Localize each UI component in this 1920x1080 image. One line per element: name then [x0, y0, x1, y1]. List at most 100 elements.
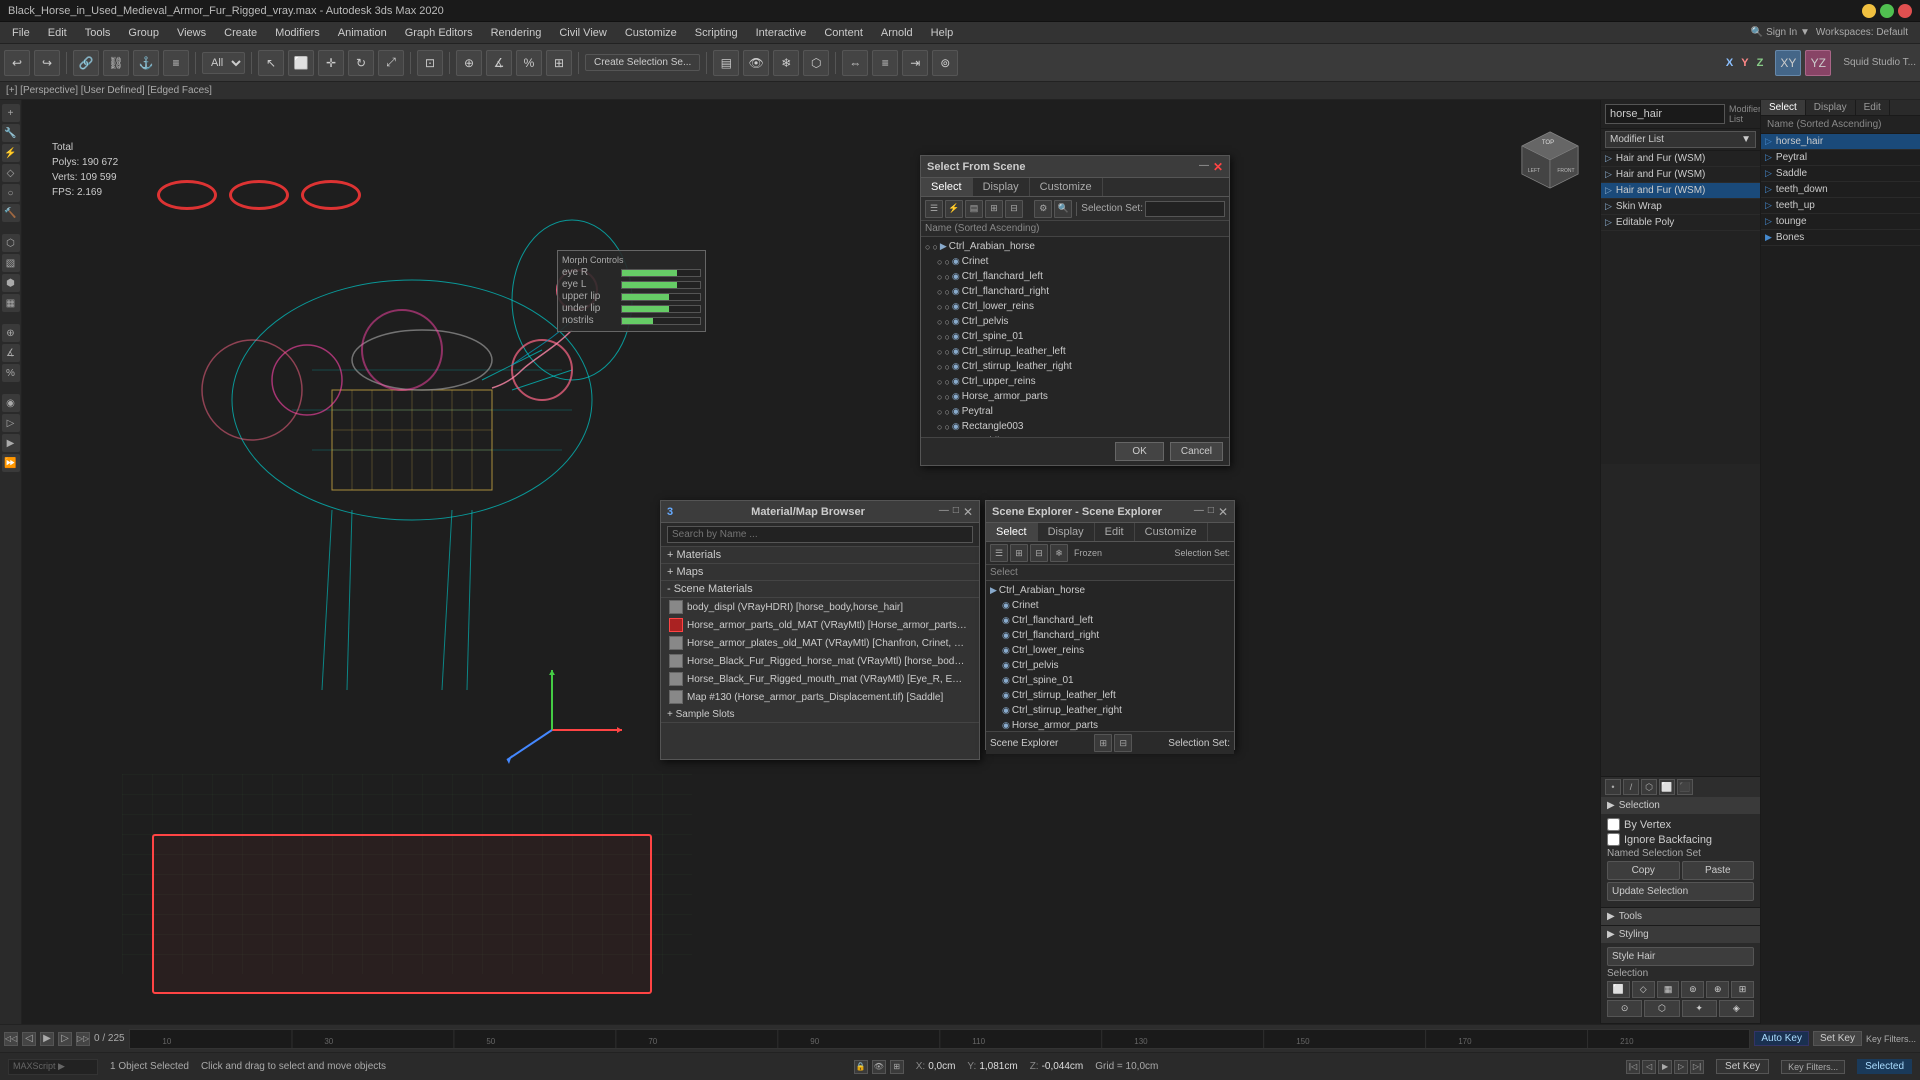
display-panel-btn[interactable]: ○ — [2, 184, 20, 202]
freeze-btn[interactable]: ❄ — [773, 50, 799, 76]
key-filters-btn[interactable]: Key Filters... — [1866, 1034, 1916, 1044]
mat-item-2[interactable]: Horse_armor_plates_old_MAT (VRayMtl) [Ch… — [661, 634, 979, 652]
viewport-shading-btn[interactable]: ▧ — [2, 254, 20, 272]
clone-pos-btn[interactable]: ⊚ — [932, 50, 958, 76]
se-item-2[interactable]: ◉ Ctrl_flanchard_left — [986, 613, 1234, 628]
se-maxrestore-btn[interactable]: □ — [1208, 505, 1214, 519]
sign-in-btn[interactable]: 🔍 Sign In ▼ — [1751, 27, 1810, 38]
display-item-5[interactable]: ▷ tounge — [1761, 214, 1920, 230]
style-btn-4[interactable]: ⊚ — [1681, 981, 1704, 998]
se-item-9[interactable]: ◉ Horse_armor_parts — [986, 718, 1234, 731]
sfs-search-btn[interactable]: 🔍 — [1054, 200, 1072, 218]
se-item-4[interactable]: ◉ Ctrl_lower_reins — [986, 643, 1234, 658]
element-btn[interactable]: ⬛ — [1677, 779, 1693, 795]
percent-snap-btn[interactable]: % — [2, 364, 20, 382]
modifier-list-dropdown[interactable]: Modifier List ▼ — [1605, 131, 1756, 148]
close-btn[interactable] — [1898, 4, 1912, 18]
mat-search-input[interactable] — [667, 526, 973, 543]
view-lock-btn[interactable]: 👁 — [872, 1060, 886, 1074]
display-item-4[interactable]: ▷ teeth_up — [1761, 198, 1920, 214]
mat-item-1[interactable]: Horse_armor_parts_old_MAT (VRayMtl) [Hor… — [661, 616, 979, 634]
sfs-cancel-btn[interactable]: Cancel — [1170, 442, 1223, 461]
sfs-selection-set-input[interactable] — [1145, 201, 1225, 217]
undo-btn[interactable]: ↩ — [4, 50, 30, 76]
se-filter-btn[interactable]: ☰ — [990, 544, 1008, 562]
style-btn-8[interactable]: ⬡ — [1644, 1000, 1679, 1017]
sfs-tree-item-2[interactable]: ○ ○ ◉ Ctrl_flanchard_left — [921, 269, 1229, 284]
sfs-tree-item-11[interactable]: ○ ○ ◉ Peytral — [921, 404, 1229, 419]
mat-section-materials[interactable]: + Materials — [661, 547, 979, 564]
menu-content[interactable]: Content — [816, 25, 871, 41]
style-btn-1[interactable]: ⬜ — [1607, 981, 1630, 998]
auto-key-btn[interactable]: Auto Key — [1754, 1031, 1809, 1046]
style-btn-3[interactable]: ▦ — [1657, 981, 1680, 998]
nav-cube[interactable]: TOP LEFT FRONT — [1520, 130, 1580, 190]
xy-btn[interactable]: XY — [1775, 50, 1801, 76]
sfs-collapse-btn[interactable]: ⊟ — [1005, 200, 1023, 218]
sfs-tree-item-9[interactable]: ○ ○ ◉ Ctrl_upper_reins — [921, 374, 1229, 389]
sfs-tab-select[interactable]: Select — [921, 178, 973, 196]
menu-file[interactable]: File — [4, 25, 38, 41]
tab-select[interactable]: Select — [1761, 100, 1806, 115]
sfs-tab-display[interactable]: Display — [973, 178, 1030, 196]
mat-sample-slots[interactable]: + Sample Slots — [661, 707, 979, 723]
bottom-prev-btn[interactable]: ◁ — [1642, 1060, 1656, 1074]
styling-rollout-header[interactable]: ▶ Styling — [1601, 926, 1760, 943]
menu-animation[interactable]: Animation — [330, 25, 395, 41]
sfs-tree-item-7[interactable]: ○ ○ ◉ Ctrl_stirrup_leather_left — [921, 344, 1229, 359]
menu-views[interactable]: Views — [169, 25, 214, 41]
redo-btn[interactable]: ↪ — [34, 50, 60, 76]
sfs-expand-btn[interactable]: ⊞ — [985, 200, 1003, 218]
scale-btn[interactable]: ⤢ — [378, 50, 404, 76]
window-controls[interactable] — [1862, 4, 1912, 18]
mod-item-2[interactable]: ▷ Hair and Fur (WSM) — [1601, 183, 1760, 199]
modify-panel-btn[interactable]: 🔧 — [2, 124, 20, 142]
mat-section-scene[interactable]: - Scene Materials — [661, 581, 979, 598]
se-item-7[interactable]: ◉ Ctrl_stirrup_leather_left — [986, 688, 1234, 703]
display-item-6[interactable]: ▶ Bones — [1761, 230, 1920, 246]
mat-minimize-btn[interactable]: — — [939, 505, 949, 519]
sfs-tree-item-1[interactable]: ○ ○ ◉ Crinet — [921, 254, 1229, 269]
sfs-minimize-btn[interactable]: — — [1199, 160, 1209, 174]
se-expand-btn[interactable]: ⊞ — [1010, 544, 1028, 562]
se-tab-edit[interactable]: Edit — [1095, 523, 1135, 541]
paste-btn[interactable]: Paste — [1682, 861, 1755, 880]
se-tab-select[interactable]: Select — [986, 523, 1038, 541]
display-item-2[interactable]: ▷ Saddle — [1761, 166, 1920, 182]
menu-arnold[interactable]: Arnold — [873, 25, 921, 41]
link-btn[interactable]: 🔗 — [73, 50, 99, 76]
style-btn-7[interactable]: ⊙ — [1607, 1000, 1642, 1017]
selection-rollout-header[interactable]: ▶ Selection — [1601, 797, 1760, 814]
sfs-filter-btn[interactable]: ☰ — [925, 200, 943, 218]
maxscript-input[interactable]: MAXScript ▶ — [8, 1059, 98, 1075]
tab-display[interactable]: Display — [1806, 100, 1856, 115]
menu-scripting[interactable]: Scripting — [687, 25, 746, 41]
style-btn-2[interactable]: ◇ — [1632, 981, 1655, 998]
sfs-ok-btn[interactable]: OK — [1115, 442, 1163, 461]
sfs-tree-item-6[interactable]: ○ ○ ◉ Ctrl_spine_01 — [921, 329, 1229, 344]
align-btn[interactable]: ≡ — [872, 50, 898, 76]
timeline-next-btn[interactable]: ▷ — [58, 1032, 72, 1046]
update-selection-btn[interactable]: Update Selection — [1607, 882, 1754, 901]
se-item-0[interactable]: ▶ Ctrl_Arabian_horse — [986, 583, 1234, 598]
menu-help[interactable]: Help — [923, 25, 962, 41]
mod-item-1[interactable]: ▷ Hair and Fur (WSM) — [1601, 167, 1760, 183]
snap-toggle-btn[interactable]: ⊕ — [456, 50, 482, 76]
se-close-btn[interactable]: ✕ — [1218, 505, 1228, 519]
snap-3d-btn[interactable]: ⊕ — [2, 324, 20, 342]
vertex-btn[interactable]: • — [1605, 779, 1621, 795]
se-item-3[interactable]: ◉ Ctrl_flanchard_right — [986, 628, 1234, 643]
se-collapse-btn[interactable]: ⊟ — [1030, 544, 1048, 562]
mat-close-btn[interactable]: ✕ — [963, 505, 973, 519]
mat-item-5[interactable]: Map #130 (Horse_armor_parts_Displacement… — [661, 688, 979, 706]
lock-btn[interactable]: 🔒 — [854, 1060, 868, 1074]
mat-item-4[interactable]: Horse_Black_Fur_Rigged_mouth_mat (VRayMt… — [661, 670, 979, 688]
bottom-first-btn[interactable]: |◁ — [1626, 1060, 1640, 1074]
menu-customize[interactable]: Customize — [617, 25, 685, 41]
render-btn[interactable]: ▷ — [2, 414, 20, 432]
rotate-btn[interactable]: ↻ — [348, 50, 374, 76]
timeline-prev-btn[interactable]: ◁ — [22, 1032, 36, 1046]
layer-btn[interactable]: ▤ — [713, 50, 739, 76]
style-btn-9[interactable]: ✦ — [1682, 1000, 1717, 1017]
select-btn[interactable]: ↖ — [258, 50, 284, 76]
